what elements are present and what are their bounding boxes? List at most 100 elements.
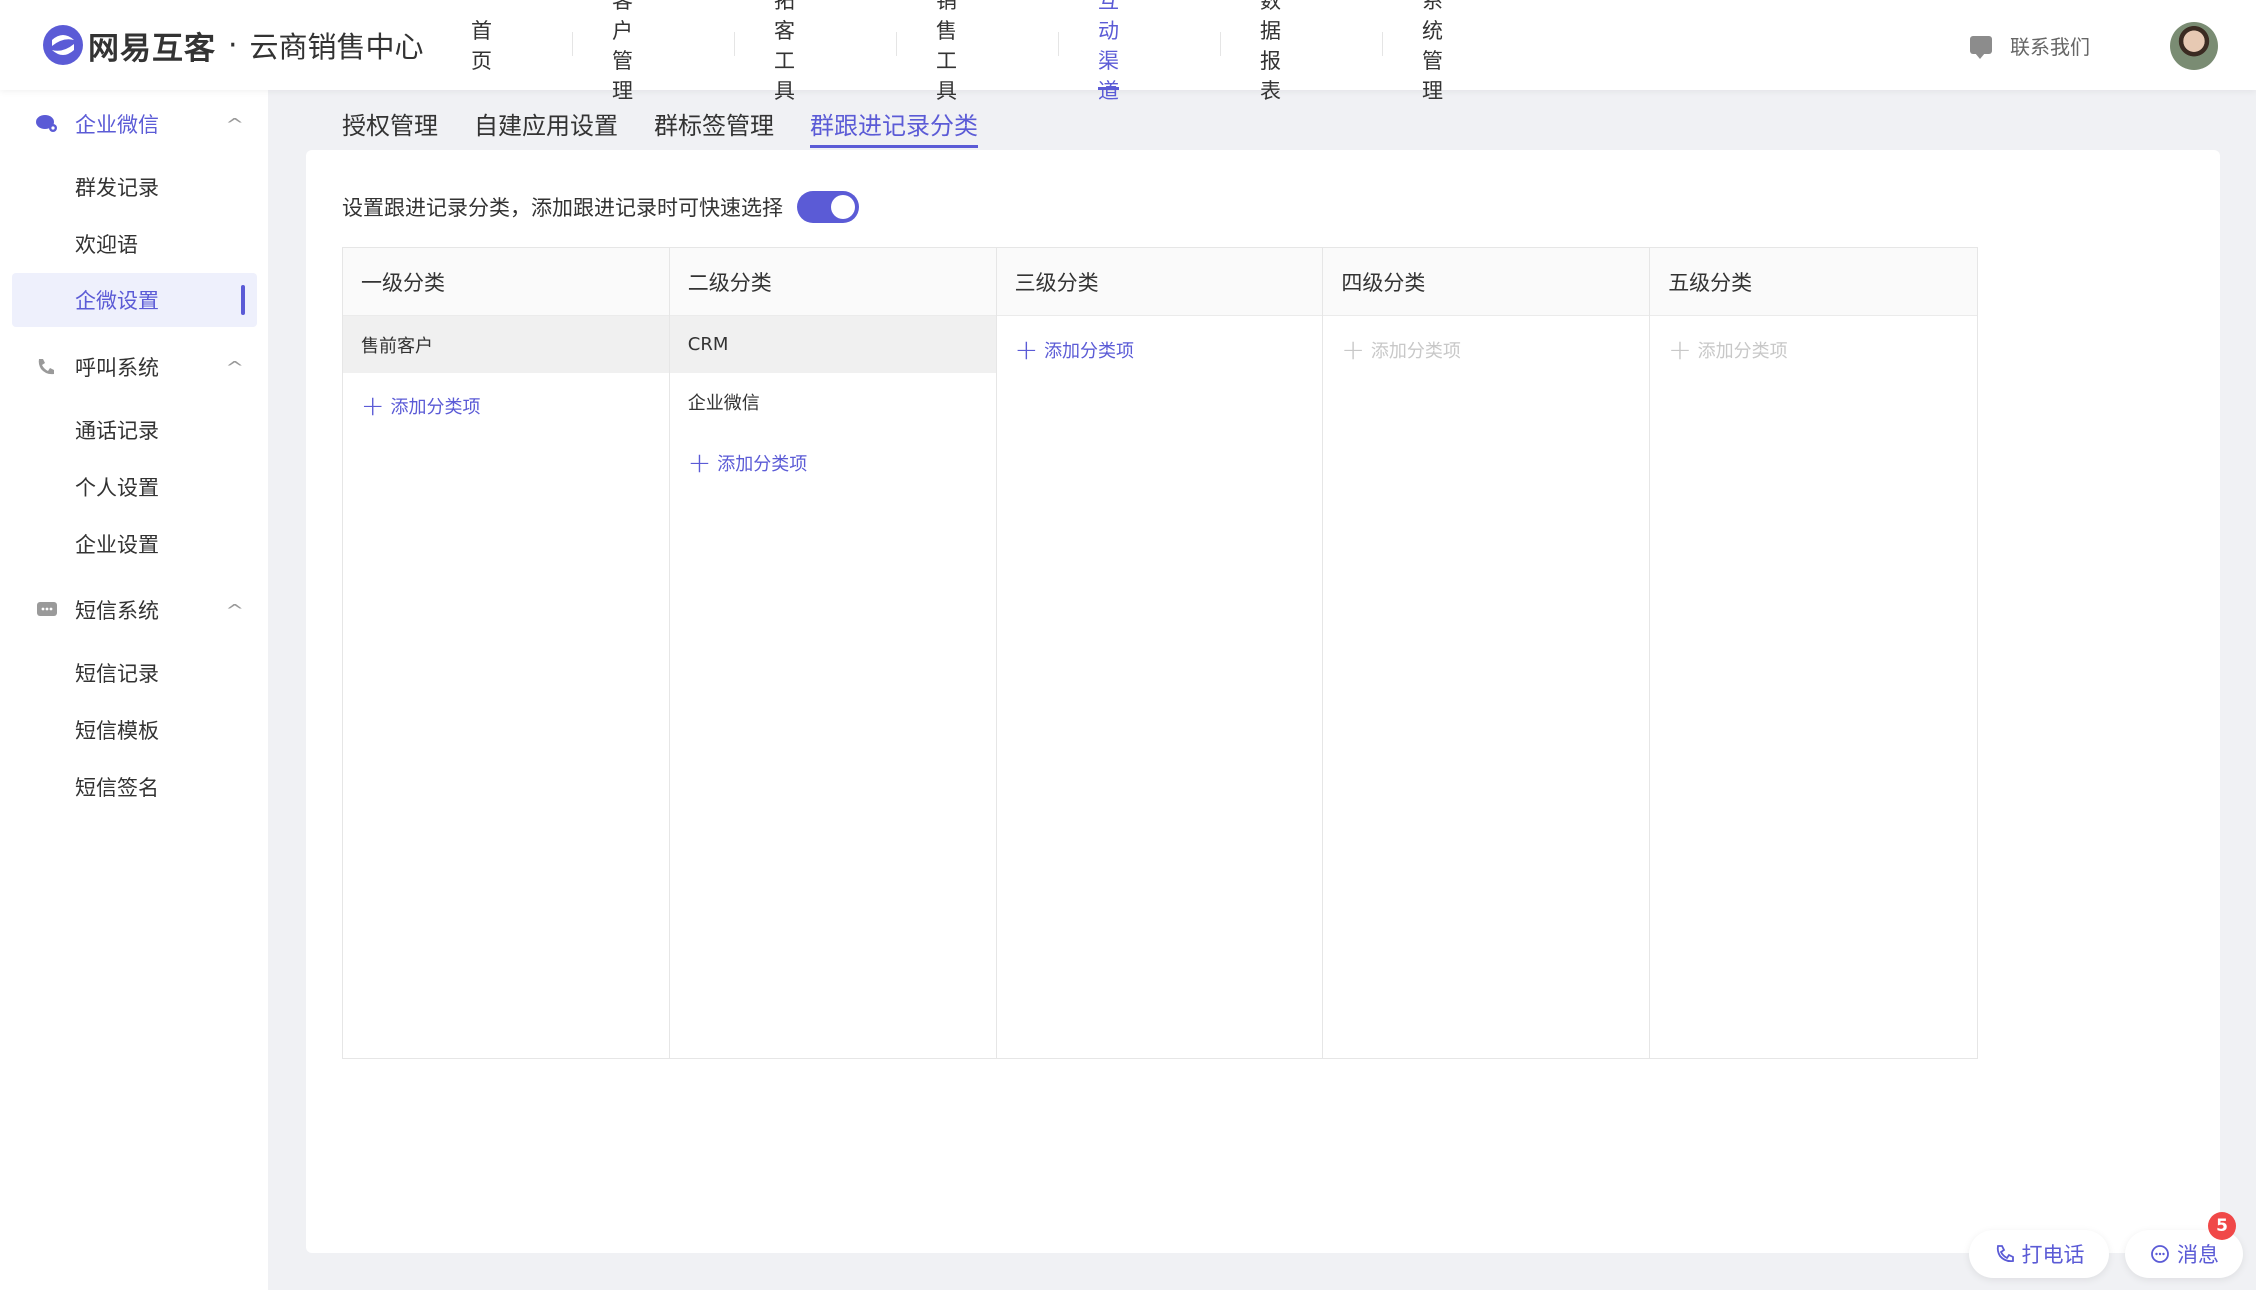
message-count-badge: 5 bbox=[2208, 1212, 2236, 1240]
add-category-label: 添加分类项 bbox=[390, 397, 481, 418]
tab-authorization[interactable]: 授权管理 bbox=[342, 98, 438, 148]
sub-tabs: 授权管理 自建应用设置 群标签管理 群跟进记录分类 bbox=[342, 98, 1014, 148]
category-row[interactable]: 售前客户 bbox=[343, 316, 669, 373]
column-header: 二级分类 bbox=[669, 248, 996, 316]
nav-item-home[interactable]: 首页 bbox=[471, 0, 492, 90]
tab-custom-app[interactable]: 自建应用设置 bbox=[474, 98, 618, 148]
category-row[interactable]: 企业微信 bbox=[670, 373, 996, 430]
add-category-label: 添加分类项 bbox=[1370, 341, 1461, 362]
sidebar-item-label: 短信签名 bbox=[75, 776, 159, 800]
sidebar-item-wecom-settings[interactable]: 企微设置 bbox=[12, 273, 257, 327]
phone-icon bbox=[1996, 1245, 2014, 1263]
setting-description: 设置跟进记录分类，添加跟进记录时可快速选择 bbox=[342, 196, 783, 220]
nav-item-label: 客户管理 bbox=[612, 0, 633, 103]
wechat-icon bbox=[36, 115, 57, 132]
nav-item-prospecting[interactable]: 拓客工具 bbox=[774, 0, 795, 103]
nav-divider bbox=[896, 32, 897, 56]
category-toggle[interactable] bbox=[797, 191, 859, 223]
chevron-up-icon[interactable]: ^ bbox=[225, 601, 244, 620]
chevron-up-icon[interactable]: ^ bbox=[225, 358, 244, 377]
chevron-up-icon[interactable]: ^ bbox=[225, 115, 244, 134]
nav-item-label: 互动渠道 bbox=[1098, 0, 1119, 103]
sidebar-item-label: 短信记录 bbox=[75, 662, 159, 686]
sidebar-item-label: 群发记录 bbox=[75, 176, 159, 200]
call-button[interactable]: 打电话 bbox=[1969, 1230, 2109, 1278]
category-row[interactable]: CRM bbox=[669, 316, 996, 373]
category-column-level-4: 四级分类 + 添加分类项 bbox=[1323, 248, 1651, 1058]
category-column-level-3: 三级分类 + 添加分类项 bbox=[996, 248, 1324, 1058]
tab-label: 群跟进记录分类 bbox=[810, 111, 978, 140]
logo-subtitle: 云商销售中心 bbox=[249, 30, 424, 64]
add-category-button-disabled: + 添加分类项 bbox=[1650, 316, 1977, 384]
sidebar-item-enterprise-settings[interactable]: 企业设置 bbox=[12, 517, 257, 571]
column-header: 四级分类 bbox=[1323, 248, 1650, 316]
tab-label: 群标签管理 bbox=[654, 111, 774, 140]
nav-item-sales-tools[interactable]: 销售工具 bbox=[936, 0, 957, 103]
nav-item-label: 数据报表 bbox=[1260, 0, 1281, 103]
tab-followup-categories[interactable]: 群跟进记录分类 bbox=[810, 98, 978, 148]
add-category-button[interactable]: + 添加分类项 bbox=[997, 316, 1323, 384]
nav-divider bbox=[572, 32, 573, 56]
message-button-label: 消息 bbox=[2177, 1243, 2219, 1267]
add-category-label: 添加分类项 bbox=[717, 454, 808, 475]
tab-label: 自建应用设置 bbox=[474, 111, 618, 140]
category-grid: 一级分类 售前客户 + 添加分类项 二级分类 CRM 企业微信 + 添加分类项 三级… bbox=[342, 247, 1978, 1059]
sidebar-group-sms[interactable]: 短信系统 ^ bbox=[0, 582, 268, 638]
sidebar-group-call[interactable]: 呼叫系统 ^ bbox=[0, 339, 268, 395]
plus-icon: + bbox=[1341, 333, 1365, 366]
column-header: 三级分类 bbox=[996, 248, 1323, 316]
nav-item-label: 系统管理 bbox=[1422, 0, 1443, 103]
sidebar-item-call-records[interactable]: 通话记录 bbox=[12, 403, 257, 457]
logo-icon bbox=[43, 25, 83, 65]
sidebar-item-mass-send[interactable]: 群发记录 bbox=[12, 160, 257, 214]
sidebar-group-label: 企业微信 bbox=[75, 113, 159, 137]
category-setting-row: 设置跟进记录分类，添加跟进记录时可快速选择 bbox=[342, 190, 859, 224]
contact-us-label: 联系我们 bbox=[2010, 34, 2090, 59]
call-button-label: 打电话 bbox=[2021, 1243, 2085, 1267]
logo-text: 网易互客 bbox=[88, 30, 216, 67]
column-header: 五级分类 bbox=[1650, 248, 1977, 316]
sidebar-item-personal-settings[interactable]: 个人设置 bbox=[12, 460, 257, 514]
sms-icon bbox=[37, 602, 57, 616]
sidebar-item-sms-signatures[interactable]: 短信签名 bbox=[12, 760, 257, 814]
sidebar-item-label: 通话记录 bbox=[75, 419, 159, 443]
nav-item-label: 销售工具 bbox=[936, 0, 957, 103]
plus-icon: + bbox=[1668, 333, 1692, 366]
sidebar-item-label: 企微设置 bbox=[75, 289, 159, 313]
sidebar-item-label: 企业设置 bbox=[75, 533, 159, 557]
plus-icon: + bbox=[687, 446, 712, 479]
nav-divider bbox=[1058, 32, 1059, 56]
tab-group-tags[interactable]: 群标签管理 bbox=[654, 98, 774, 148]
nav-divider bbox=[1382, 32, 1383, 56]
add-category-label: 添加分类项 bbox=[1697, 341, 1788, 362]
sidebar-group-wecom[interactable]: 企业微信 ^ bbox=[0, 96, 268, 152]
content-card: 设置跟进记录分类，添加跟进记录时可快速选择 一级分类 售前客户 + 添加分类项 二… bbox=[306, 150, 2220, 1253]
category-column-level-2: 二级分类 CRM 企业微信 + 添加分类项 bbox=[669, 248, 997, 1058]
sidebar-group-label: 短信系统 bbox=[75, 599, 159, 623]
add-category-button[interactable]: + 添加分类项 bbox=[670, 430, 996, 496]
sidebar-item-sms-templates[interactable]: 短信模板 bbox=[12, 703, 257, 757]
add-category-button-disabled: + 添加分类项 bbox=[1323, 316, 1649, 384]
nav-item-reports[interactable]: 数据报表 bbox=[1260, 0, 1281, 103]
phone-icon bbox=[38, 359, 54, 375]
sidebar: 企业微信 ^ 群发记录 欢迎语 企微设置 呼叫系统 ^ 通话记录 个人设置 企业… bbox=[0, 90, 268, 1290]
nav-item-label: 拓客工具 bbox=[774, 0, 795, 103]
nav-item-label: 首页 bbox=[471, 19, 492, 73]
nav-item-system[interactable]: 系统管理 bbox=[1422, 0, 1443, 103]
sidebar-item-label: 短信模板 bbox=[75, 719, 159, 743]
avatar[interactable] bbox=[2170, 22, 2218, 70]
top-navigation-bar: 网易互客 · 云商销售中心 首页 客户管理 拓客工具 销售工具 互动渠道 数据报… bbox=[0, 0, 2256, 103]
sidebar-group-label: 呼叫系统 bbox=[75, 356, 159, 380]
nav-item-customers[interactable]: 客户管理 bbox=[612, 0, 633, 103]
logo[interactable]: 网易互客 · 云商销售中心 bbox=[42, 22, 424, 68]
nav-divider bbox=[1220, 32, 1221, 56]
nav-item-channels[interactable]: 互动渠道 bbox=[1098, 0, 1119, 103]
sidebar-item-sms-records[interactable]: 短信记录 bbox=[12, 646, 257, 700]
message-icon bbox=[1970, 36, 1992, 59]
contact-us-link[interactable]: 联系我们 bbox=[1970, 30, 2090, 60]
chat-icon bbox=[2151, 1245, 2169, 1263]
add-category-label: 添加分类项 bbox=[1044, 341, 1135, 362]
sidebar-item-label: 欢迎语 bbox=[75, 233, 138, 257]
sidebar-item-welcome[interactable]: 欢迎语 bbox=[12, 217, 257, 271]
add-category-button[interactable]: + 添加分类项 bbox=[343, 373, 669, 439]
